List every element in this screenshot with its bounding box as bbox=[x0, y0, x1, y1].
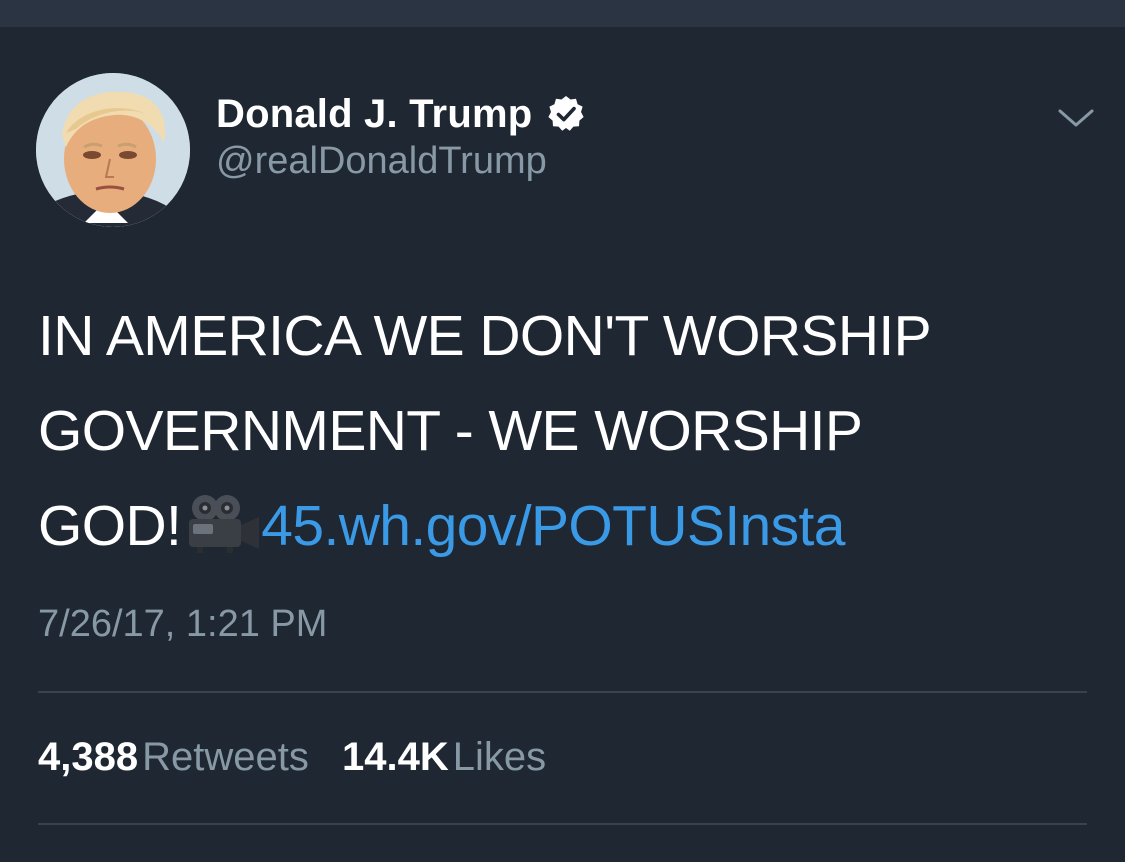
tweet-text: IN AMERICA WE DON'T WORSHIP GOVERNMENT -… bbox=[38, 289, 1098, 574]
likes-stat[interactable]: 14.4K Likes bbox=[342, 735, 546, 780]
retweets-count: 4,388 bbox=[38, 735, 139, 779]
author-handle[interactable]: @realDonaldTrump bbox=[216, 140, 547, 183]
tweet-stats: 4,388 Retweets 14.4K Likes bbox=[38, 735, 568, 780]
avatar-portrait bbox=[36, 73, 190, 227]
tweet-timestamp[interactable]: 7/26/17, 1:21 PM bbox=[38, 603, 327, 646]
author-name-row[interactable]: Donald J. Trump bbox=[216, 89, 586, 139]
divider bbox=[38, 691, 1087, 693]
tweet-text-line: IN AMERICA WE DON'T WORSHIP bbox=[38, 304, 932, 368]
display-name[interactable]: Donald J. Trump bbox=[216, 92, 532, 137]
tweet-text-fragment: GOD! bbox=[38, 494, 182, 558]
verified-badge-icon bbox=[548, 96, 584, 131]
tweet-text-line-last: GOD! 45.wh.gov/POTUSInsta bbox=[38, 479, 1098, 574]
tweet-text-line: GOVERNMENT - WE WORSHIP bbox=[38, 399, 863, 463]
likes-label: Likes bbox=[452, 735, 547, 779]
divider bbox=[38, 823, 1087, 825]
retweets-stat[interactable]: 4,388 Retweets bbox=[38, 735, 309, 780]
retweets-label: Retweets bbox=[142, 735, 309, 779]
tweet-link[interactable]: 45.wh.gov/POTUSInsta bbox=[261, 494, 845, 558]
avatar[interactable] bbox=[36, 73, 190, 227]
tweet-card: Donald J. Trump @realDonaldTrump IN AMER… bbox=[0, 27, 1125, 862]
top-bar bbox=[0, 0, 1125, 27]
chevron-down-icon[interactable] bbox=[1056, 105, 1096, 129]
likes-count: 14.4K bbox=[341, 735, 449, 779]
movie-camera-icon bbox=[189, 495, 260, 553]
